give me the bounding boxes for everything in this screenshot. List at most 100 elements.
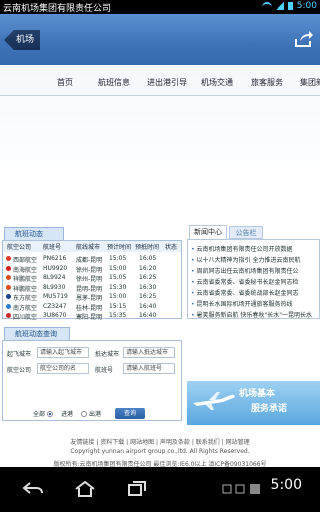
footer: 友情链接 | 资料下载 | 网站地图 | 声明及条款 | 联系我们 | 网站管理… xyxy=(0,435,320,467)
airline-logo-icon xyxy=(6,265,11,271)
tab-announcements[interactable]: 公告栏 xyxy=(229,226,263,239)
cell-arr: 16:30 xyxy=(139,283,157,291)
cell-dep: 15:00 xyxy=(109,264,127,272)
scope-all-radio[interactable]: 全部 xyxy=(33,409,55,418)
news-tabs: 新闻中心 公告栏 xyxy=(187,225,320,239)
nav-item-service[interactable]: 旅客服务 xyxy=(251,77,283,88)
airline-logo-icon xyxy=(6,275,11,280)
nav-item-guide[interactable]: 进出港引导 xyxy=(147,77,187,88)
col-airline: 航空公司 xyxy=(7,244,32,251)
col-flight: 航班号 xyxy=(43,244,62,251)
nav-clock: 5:00 xyxy=(270,477,302,493)
nav-item-group[interactable]: 集团新 xyxy=(300,77,320,88)
cell-flight: HU9920 xyxy=(43,264,68,272)
cell-dep: 15:05 xyxy=(109,255,127,262)
nav-item-flights[interactable]: 航班信息 xyxy=(98,77,130,88)
cell-flight: 8L9930 xyxy=(43,283,66,291)
col-arr: 预抵时间 xyxy=(135,244,160,251)
home-nav-icon[interactable] xyxy=(74,481,96,497)
news-item[interactable]: 云南省委常委、省委秘书长赵金同志检 xyxy=(191,277,299,286)
news-panel: 新闻中心 公告栏 云南机场集团有限责任公司开放数据 以十八大精神为指引 全力推进… xyxy=(187,225,320,319)
service-promise-banner[interactable]: 机场基本 服务承诺 xyxy=(187,381,320,425)
cell-arr: 16:40 xyxy=(139,302,157,310)
cell-dep: 15:05 xyxy=(109,274,127,281)
cell-flight: 8L9924 xyxy=(43,274,66,281)
flight-table-header: 航空公司 航班号 航线城市 预计时间 预抵时间 状态 xyxy=(3,241,181,252)
news-item[interactable]: 云南省委常委、省委统战部长赵金同志 xyxy=(191,288,299,297)
dep-city-input[interactable]: 请输入起飞城市 xyxy=(37,347,89,358)
search-button[interactable]: 查询 xyxy=(115,408,145,419)
arr-city-label: 抵达城市 xyxy=(95,351,120,358)
news-item[interactable]: 暑笑服务新启航 快乐春秋"长水"一昆明长水 xyxy=(191,310,312,319)
flight-table: 航空公司 航班号 航线城市 预计时间 预抵时间 状态 西部航空 PN6216 成都-… xyxy=(2,240,182,321)
status-title: 云南机场集团有限责任公司 xyxy=(3,4,112,14)
tab-news-center[interactable]: 新闻中心 xyxy=(189,225,227,239)
back-nav-icon[interactable] xyxy=(22,481,44,497)
flight-panel-tab[interactable]: 航班动态 xyxy=(4,227,64,240)
table-row[interactable]: 四川航空 3U8670 寒阳-昆明 15:35 16:40 xyxy=(3,310,181,321)
recent-apps-icon[interactable] xyxy=(126,481,148,497)
scope-outbound-label: 出港 xyxy=(89,411,102,418)
cell-route: 寒阳-昆明 xyxy=(76,314,103,321)
status-bar: 云南机场集团有限责任公司 5:00 xyxy=(0,0,320,14)
status-icons: 5:00 xyxy=(261,1,317,11)
flight-no-input[interactable]: 请输入航班号 xyxy=(123,363,175,374)
flight-search-form: 起飞城市 请输入起飞城市 抵达城市 请输入抵达城市 航空公司 航空公司的名 航班… xyxy=(2,340,182,421)
cell-arr: 16:40 xyxy=(139,312,157,319)
banner-line2: 服务承诺 xyxy=(251,404,288,414)
arr-city-input[interactable]: 请输入抵达城市 xyxy=(123,347,175,358)
airline-logo-icon xyxy=(6,313,11,318)
cell-arr: 16:25 xyxy=(139,293,157,300)
col-dep: 预计时间 xyxy=(107,244,132,251)
share-icon[interactable] xyxy=(294,30,314,48)
news-item[interactable]: 周凯同志出任云南机场集团有限责任公 xyxy=(191,266,299,275)
airline-logo-icon xyxy=(6,256,11,261)
wifi-icon xyxy=(261,2,272,10)
airplane-icon xyxy=(193,392,235,410)
signal-icon xyxy=(275,2,284,10)
news-item[interactable]: 云南机场集团有限责任公司开放数据 xyxy=(191,244,293,253)
cell-dep: 15:35 xyxy=(109,312,127,319)
nav-divider xyxy=(0,95,320,96)
airline-logo-icon xyxy=(6,303,11,309)
main-nav: 首页 航班信息 进出港引导 机场交通 旅客服务 集团新 xyxy=(0,73,320,91)
web-content: 首页 航班信息 进出港引导 机场交通 旅客服务 集团新 航班动态 航空公司 航班… xyxy=(0,65,320,467)
news-item[interactable]: 以十八大精神为指引 全力推进云南民航 xyxy=(191,255,301,264)
airline-logo-icon xyxy=(6,284,11,290)
system-tray-icons xyxy=(222,484,260,494)
nav-item-home[interactable]: 首页 xyxy=(57,77,73,88)
scope-all-label: 全部 xyxy=(33,411,46,418)
cell-flight: CZ3247 xyxy=(43,302,67,310)
nav-item-transport[interactable]: 机场交通 xyxy=(201,77,233,88)
radio-icon xyxy=(81,411,87,417)
airline-label: 航空公司 xyxy=(7,367,32,374)
banner-line1: 机场基本 xyxy=(239,389,276,399)
scope-outbound-radio[interactable]: 出港 xyxy=(81,409,101,418)
col-status: 状态 xyxy=(165,244,178,251)
radio-checked-icon xyxy=(46,411,53,417)
scope-inbound-label: 进港 xyxy=(61,411,74,418)
app-bar: 机场 xyxy=(0,14,320,65)
back-button[interactable]: 机场 xyxy=(4,30,41,50)
cell-flight: MU5719 xyxy=(43,293,68,300)
cell-dep: 15:00 xyxy=(109,293,127,300)
footer-links[interactable]: 友情链接 | 资料下载 | 网站地图 | 声明及条款 | 联系我们 | 网站管理 xyxy=(0,437,320,446)
battery-icon xyxy=(287,2,293,10)
news-list: 云南机场集团有限责任公司开放数据 以十八大精神为指引 全力推进云南民航 周凯同志… xyxy=(187,239,320,319)
airline-logo-icon xyxy=(6,294,11,299)
cell-arr: 16:05 xyxy=(139,255,157,262)
dep-city-label: 起飞城市 xyxy=(7,351,32,358)
scope-inbound-radio[interactable]: 进港 xyxy=(61,409,73,418)
cell-airline: 四川航空 xyxy=(13,314,38,321)
news-item[interactable]: 昆明长水国际机场开通旅客服务热线 xyxy=(191,299,293,308)
cell-dep: 15:15 xyxy=(109,302,127,310)
footer-icp: 版权所有:云南机场集团有限责任公司 最佳浏览:IE6.0以上 滇ICP备0903… xyxy=(53,461,267,467)
airline-input[interactable]: 航空公司的名 xyxy=(37,363,89,374)
flight-search-panel: 航班动态查询 起飞城市 请输入起飞城市 抵达城市 请输入抵达城市 航空公司 航空… xyxy=(0,325,184,421)
cell-arr: 16:25 xyxy=(139,274,157,281)
flight-panel: 航班动态 航空公司 航班号 航线城市 预计时间 预抵时间 状态 西部航空 PN62… xyxy=(0,225,184,321)
cell-dep: 15:30 xyxy=(109,283,127,291)
flight-search-tab[interactable]: 航班动态查询 xyxy=(4,327,70,340)
cell-arr: 16:20 xyxy=(139,264,157,272)
status-time: 5:00 xyxy=(296,1,317,11)
